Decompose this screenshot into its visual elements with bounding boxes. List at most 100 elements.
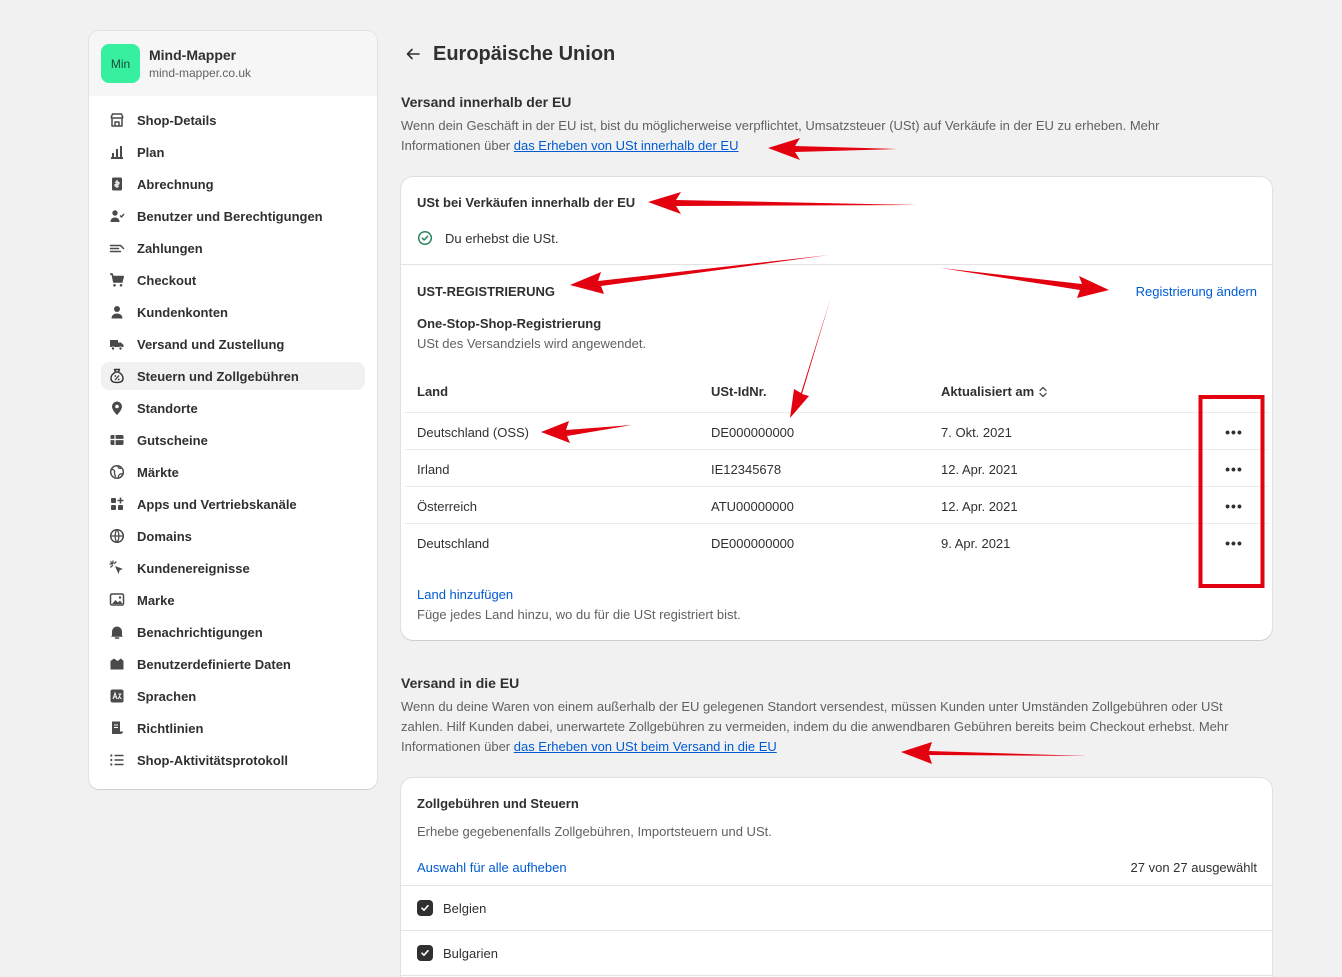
plan-icon — [109, 144, 125, 160]
payments-icon — [109, 240, 125, 256]
sidebar-item-label: Sprachen — [137, 688, 197, 704]
vat-registration-card: USt bei Verkäufen innerhalb der EU Du er… — [401, 177, 1272, 640]
country-label: Bulgarien — [443, 946, 498, 961]
policies-icon — [109, 720, 125, 736]
vat-registration-heading: UST-REGISTRIERUNG — [417, 284, 555, 299]
check-circle-icon — [417, 230, 433, 246]
sidebar-item-standorte[interactable]: Standorte — [101, 394, 365, 422]
sidebar-item-benutzerdefinierte-daten[interactable]: Benutzerdefinierte Daten — [101, 650, 365, 678]
country-checkbox[interactable] — [417, 945, 433, 961]
sidebar-item-gutscheine[interactable]: Gutscheine — [101, 426, 365, 454]
sidebar-item-sprachen[interactable]: Sprachen — [101, 682, 365, 710]
vat-shipping-into-eu-link[interactable]: das Erheben von USt beim Versand in die … — [514, 739, 777, 754]
country-label: Belgien — [443, 901, 487, 916]
sidebar-item-label: Plan — [137, 144, 165, 160]
checkmark-icon — [420, 903, 430, 913]
vat-row-id: IE12345678 — [711, 462, 782, 477]
sidebar-item-märkte[interactable]: Märkte — [101, 458, 365, 486]
vat-row-updated: 7. Okt. 2021 — [941, 425, 1012, 440]
sidebar-item-shop-details[interactable]: Shop-Details — [101, 106, 365, 134]
sidebar-item-label: Abrechnung — [137, 176, 214, 192]
sidebar-item-label: Shop-Aktivitätsprotokoll — [137, 752, 288, 768]
sidebar-item-kundenereignisse[interactable]: Kundenereignisse — [101, 554, 365, 582]
vat-row-country: Irland — [417, 462, 450, 477]
change-registration-link[interactable]: Registrierung ändern — [1136, 284, 1257, 299]
vat-row-id: DE000000000 — [711, 425, 795, 440]
list-icon — [109, 752, 125, 768]
sidebar-item-richtlinien[interactable]: Richtlinien — [101, 714, 365, 742]
person-icon — [109, 304, 125, 320]
sidebar-item-label: Apps und Vertriebskanäle — [137, 496, 297, 512]
store-url: mind-mapper.co.uk — [149, 66, 252, 80]
vat-row-updated: 9. Apr. 2021 — [941, 536, 1011, 551]
more-actions-button[interactable]: ••• — [1223, 495, 1245, 517]
vat-within-eu-link[interactable]: das Erheben von USt innerhalb der EU — [514, 138, 739, 153]
sidebar-item-marke[interactable]: Marke — [101, 586, 365, 614]
selected-count: 27 von 27 ausgewählt — [1130, 860, 1257, 875]
sidebar-item-label: Shop-Details — [137, 112, 217, 128]
globe-icon — [109, 464, 125, 480]
sidebar-item-label: Steuern und Zollgebühren — [137, 368, 299, 384]
cart-icon — [109, 272, 125, 288]
sidebar-item-kundenkonten[interactable]: Kundenkonten — [101, 298, 365, 326]
sidebar-item-label: Benutzer und Berechtigungen — [137, 208, 323, 224]
column-header-updated-label: Aktualisiert am — [941, 384, 1035, 399]
page-title: Europäische Union — [433, 42, 616, 65]
sidebar-item-label: Gutscheine — [137, 432, 208, 448]
taxes-icon — [109, 368, 125, 384]
settings-sidebar: Min Mind-Mapper mind-mapper.co.uk Shop-D… — [89, 31, 377, 789]
column-header-updated[interactable]: Aktualisiert am — [941, 384, 1048, 399]
section-title-eu-shipping: Versand innerhalb der EU — [401, 94, 572, 110]
sidebar-item-abrechnung[interactable]: Abrechnung — [101, 170, 365, 198]
oss-title: One-Stop-Shop-Registrierung — [417, 316, 602, 331]
section-desc-eu-shipping: Wenn dein Geschäft in der EU ist, bist d… — [401, 116, 1241, 156]
vat-status: Du erhebst die USt. — [417, 230, 558, 246]
store-avatar: Min — [101, 44, 140, 83]
settings-nav: Shop-Details Plan Abrechnung Benutzer und B… — [89, 96, 377, 788]
truck-icon — [109, 336, 125, 352]
back-arrow-icon[interactable] — [401, 42, 425, 66]
more-actions-button[interactable]: ••• — [1223, 421, 1245, 443]
sidebar-item-versand-und-zustellung[interactable]: Versand und Zustellung — [101, 330, 365, 358]
sidebar-item-steuern-und-zollgebühren[interactable]: Steuern und Zollgebühren — [101, 362, 365, 390]
column-header-country: Land — [417, 384, 449, 399]
vat-row-id: DE000000000 — [711, 536, 795, 551]
sidebar-item-apps-und-vertriebskanäle[interactable]: Apps und Vertriebskanäle — [101, 490, 365, 518]
more-actions-button[interactable]: ••• — [1223, 458, 1245, 480]
sidebar-item-benutzer-und-berechtigungen[interactable]: Benutzer und Berechtigungen — [101, 202, 365, 230]
store-name: Mind-Mapper — [149, 47, 237, 63]
vat-row-id: ATU00000000 — [711, 499, 794, 514]
sidebar-item-label: Kundenereignisse — [137, 560, 250, 576]
sidebar-item-domains[interactable]: Domains — [101, 522, 365, 550]
sidebar-item-label: Checkout — [137, 272, 197, 288]
vat-row-country: Deutschland — [417, 536, 490, 551]
users-icon — [109, 208, 125, 224]
custom-data-icon — [109, 656, 125, 672]
sidebar-item-label: Versand und Zustellung — [137, 336, 285, 352]
more-actions-button[interactable]: ••• — [1223, 532, 1245, 554]
gift-card-icon — [109, 432, 125, 448]
deselect-all-link[interactable]: Auswahl für alle aufheben — [417, 860, 567, 875]
section-desc-shipping-into-eu: Wenn du deine Waren von einem außerhalb … — [401, 697, 1251, 757]
add-country-link[interactable]: Land hinzufügen — [417, 587, 513, 602]
sidebar-item-shop-aktivitätsprotokoll[interactable]: Shop-Aktivitätsprotokoll — [101, 746, 365, 774]
location-icon — [109, 400, 125, 416]
sidebar-item-label: Standorte — [137, 400, 198, 416]
store-header[interactable]: Min Mind-Mapper mind-mapper.co.uk — [89, 31, 377, 96]
column-header-vat-id: USt-IdNr. — [711, 384, 767, 399]
sidebar-item-plan[interactable]: Plan — [101, 138, 365, 166]
section-title-shipping-into-eu: Versand in die EU — [401, 675, 520, 691]
country-checkbox[interactable] — [417, 900, 433, 916]
vat-row-updated: 12. Apr. 2021 — [941, 499, 1018, 514]
sidebar-item-label: Benachrichtigungen — [137, 624, 263, 640]
sidebar-item-label: Kundenkonten — [137, 304, 228, 320]
duties-card-title: Zollgebühren und Steuern — [417, 796, 579, 811]
add-country-desc: Füge jedes Land hinzu, wo du für die USt… — [417, 607, 741, 622]
brand-icon — [109, 592, 125, 608]
sidebar-item-checkout[interactable]: Checkout — [101, 266, 365, 294]
duties-card-desc: Erhebe gegebenenfalls Zollgebühren, Impo… — [417, 824, 772, 839]
sidebar-item-zahlungen[interactable]: Zahlungen — [101, 234, 365, 262]
sidebar-item-benachrichtigungen[interactable]: Benachrichtigungen — [101, 618, 365, 646]
sidebar-item-label: Domains — [137, 528, 192, 544]
vat-status-text: Du erhebst die USt. — [445, 230, 559, 246]
